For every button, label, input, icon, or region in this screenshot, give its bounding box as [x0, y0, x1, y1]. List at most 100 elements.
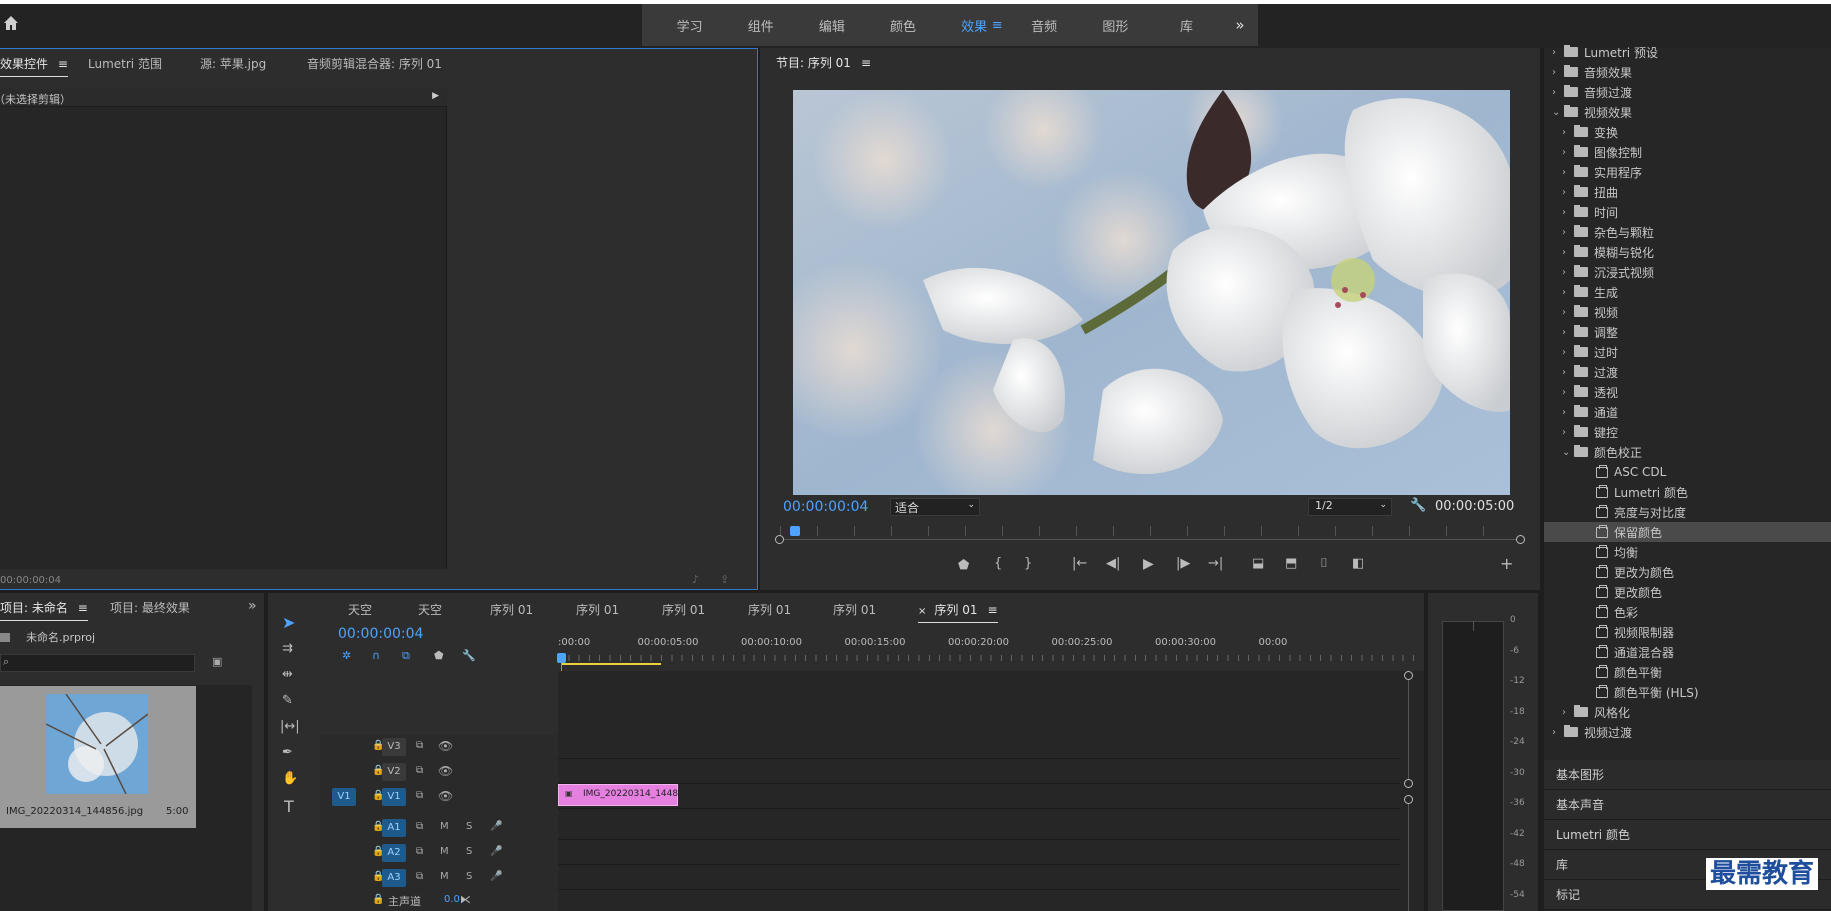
playhead-handle[interactable] — [557, 653, 566, 663]
timeline-tab-4[interactable]: 序列 01 — [662, 601, 705, 622]
panel-overflow-icon[interactable]: » — [248, 598, 257, 614]
effects-tree-item[interactable]: › 实用程序 — [1544, 162, 1831, 182]
effects-tree-item[interactable]: › 音频效果 — [1544, 62, 1831, 82]
ripple-edit-tool-icon[interactable]: ⇹ — [282, 667, 293, 682]
effects-tree-item[interactable]: › 透视 — [1544, 382, 1831, 402]
track-lane[interactable] — [558, 841, 1400, 865]
home-icon[interactable] — [2, 14, 20, 32]
track-lane[interactable] — [558, 816, 1400, 840]
timeline-tab-1[interactable]: 天空 — [418, 601, 442, 622]
microphone-icon[interactable]: 🎤 — [490, 821, 502, 832]
chevron-right-icon[interactable]: › — [1562, 147, 1574, 158]
panel-menu-icon[interactable]: ≡ — [78, 601, 88, 615]
effects-tree-item[interactable]: 更改为颜色 — [1544, 562, 1831, 582]
panel-menu-icon[interactable]: ≡ — [861, 56, 871, 70]
go-to-end-icon[interactable]: ⧔ — [460, 893, 471, 906]
export-frame-icon[interactable]: ⇪ — [720, 573, 729, 586]
workspaces-overflow-button[interactable]: » — [1222, 4, 1258, 46]
chevron-right-icon[interactable]: › — [1562, 187, 1574, 198]
panel-menu-icon[interactable]: ≡ — [58, 57, 68, 71]
effects-tree-item[interactable]: › 风格化 — [1544, 702, 1831, 722]
work-area-bar[interactable] — [561, 663, 661, 665]
effects-tree-item[interactable]: › 过渡 — [1544, 362, 1831, 382]
effects-tree-item[interactable]: › 通道 — [1544, 402, 1831, 422]
sync-lock-icon[interactable]: ⧉ — [416, 765, 423, 776]
sync-lock-icon[interactable]: ⧉ — [416, 846, 423, 857]
track-lane[interactable] — [558, 785, 1400, 809]
effects-tree-item[interactable]: › 沉浸式视频 — [1544, 262, 1831, 282]
tab-project-final[interactable]: 项目: 最终效果 — [110, 599, 190, 616]
workspace-tab-3[interactable]: 颜色 — [867, 16, 938, 35]
scrubber-end-handle[interactable] — [1516, 535, 1525, 544]
chevron-right-icon[interactable]: › — [1552, 67, 1564, 78]
chevron-right-icon[interactable]: › — [1562, 347, 1574, 358]
mute-button[interactable]: M — [440, 871, 449, 882]
lock-icon[interactable]: 🔒 — [372, 894, 384, 905]
chevron-right-icon[interactable]: › — [1562, 307, 1574, 318]
workspace-tab-0[interactable]: 学习 — [654, 16, 725, 35]
timeline-tab-6[interactable]: 序列 01 — [833, 601, 876, 622]
program-playhead[interactable] — [789, 526, 800, 536]
tab-project-untitled[interactable]: 项目: 未命名 ≡ — [0, 599, 88, 621]
chevron-right-icon[interactable]: › — [1562, 167, 1574, 178]
effects-section-0[interactable]: 基本图形 — [1544, 760, 1831, 790]
track-target-A3[interactable]: A3 — [382, 869, 406, 887]
chevron-right-icon[interactable]: › — [1562, 407, 1574, 418]
effects-tree-item[interactable]: 色彩 — [1544, 602, 1831, 622]
program-scrubber[interactable] — [775, 526, 1525, 546]
step-forward-icon[interactable]: |▶ — [1176, 556, 1190, 571]
timeline-tab-3[interactable]: 序列 01 — [576, 601, 619, 622]
source-patch-badge[interactable]: V1 — [332, 788, 356, 806]
chevron-right-icon[interactable]: › — [1562, 247, 1574, 258]
expand-arrow-icon[interactable]: ▶ — [432, 91, 439, 101]
step-back-icon[interactable]: ◀| — [1106, 556, 1120, 571]
chevron-right-icon[interactable]: › — [1562, 227, 1574, 238]
track-target-A1[interactable]: A1 — [382, 819, 406, 837]
effects-tree-item[interactable]: › 杂色与颗粒 — [1544, 222, 1831, 242]
chevron-down-icon[interactable]: ⌄ — [1552, 107, 1564, 118]
go-to-in-icon[interactable]: |← — [1072, 556, 1087, 571]
timeline-tab-7[interactable]: × 序列 01 ≡ — [918, 601, 998, 623]
timeline-vscroll[interactable] — [1400, 671, 1420, 911]
chevron-right-icon[interactable]: › — [1562, 387, 1574, 398]
settings-wrench-icon[interactable]: 🔧 — [1410, 498, 1426, 513]
effects-tree-item[interactable]: › 变换 — [1544, 122, 1831, 142]
effects-tree-item[interactable]: › 视频过渡 — [1544, 722, 1831, 742]
close-icon[interactable]: × — [918, 606, 926, 617]
track-lane[interactable] — [558, 866, 1400, 890]
track-target-V2[interactable]: V2 — [382, 763, 406, 781]
chevron-right-icon[interactable]: › — [1552, 727, 1564, 738]
vscroll-mid-handle[interactable] — [1404, 779, 1413, 788]
resolution-dropdown[interactable]: 1/2 ⌄ — [1308, 498, 1392, 516]
chevron-right-icon[interactable]: › — [1562, 207, 1574, 218]
fit-dropdown[interactable]: 适合 ⌄ — [890, 498, 980, 516]
razor-tool-icon[interactable]: ✎ — [282, 693, 293, 708]
effects-tree-item[interactable]: ASC CDL — [1544, 462, 1831, 482]
workspace-tab-5[interactable]: 音频 — [1009, 16, 1080, 35]
chevron-right-icon[interactable]: › — [1552, 87, 1564, 98]
timeline-timecode[interactable]: 00:00:00:04 — [338, 626, 423, 642]
effects-section-1[interactable]: 基本声音 — [1544, 790, 1831, 820]
effects-tree-item[interactable]: 更改颜色 — [1544, 582, 1831, 602]
effects-tree-item[interactable]: › 生成 — [1544, 282, 1831, 302]
time-ruler[interactable]: :00:00 00:00:05:00 00:00:10:00 00:00:15:00 0… — [558, 629, 1418, 665]
effects-tree-item[interactable]: 亮度与对比度 — [1544, 502, 1831, 522]
effects-tree-item[interactable]: ⌄ 视频效果 — [1544, 102, 1831, 122]
effects-tree-item[interactable]: 通道混合器 — [1544, 642, 1831, 662]
chevron-right-icon[interactable]: › — [1562, 707, 1574, 718]
timeline-tab-2[interactable]: 序列 01 — [490, 601, 533, 622]
slip-tool-icon[interactable]: |↔| — [280, 719, 300, 734]
effects-tree-item[interactable]: › 图像控制 — [1544, 142, 1831, 162]
chevron-right-icon[interactable]: › — [1552, 47, 1564, 58]
solo-button[interactable]: S — [466, 846, 472, 857]
mute-button[interactable]: M — [440, 821, 449, 832]
tab-audio-clip-mixer[interactable]: 音频剪辑混合器: 序列 01 — [307, 55, 442, 72]
timeline-clip[interactable]: ▣ IMG_20220314_1448 — [558, 784, 678, 806]
chevron-right-icon[interactable]: › — [1562, 267, 1574, 278]
effects-section-2[interactable]: Lumetri 颜色 — [1544, 820, 1831, 850]
go-to-out-icon[interactable]: →| — [1208, 556, 1223, 571]
tab-effect-controls[interactable]: 效果控件 ≡ — [0, 55, 68, 77]
effects-tree-item[interactable]: › 视频 — [1544, 302, 1831, 322]
lift-icon[interactable]: ⬓ — [1252, 556, 1264, 571]
timeline-tab-0[interactable]: 天空 — [348, 601, 372, 622]
